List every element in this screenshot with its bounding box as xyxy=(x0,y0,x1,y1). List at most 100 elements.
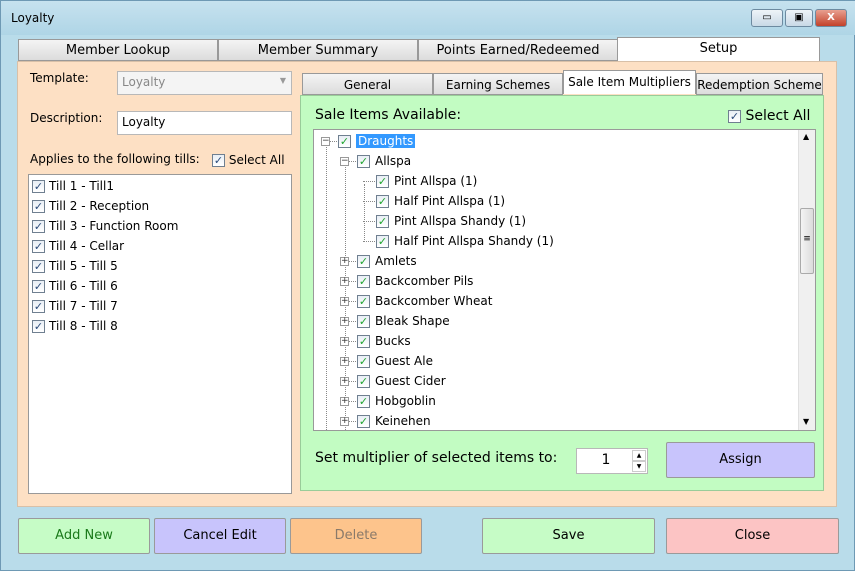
save-button[interactable]: Save xyxy=(482,518,655,554)
checkbox-checked-icon: ✓ xyxy=(728,109,741,123)
tree-connector xyxy=(363,181,375,182)
checkbox-checked-icon: ✓ xyxy=(32,240,45,253)
close-window-button[interactable]: X xyxy=(815,9,847,27)
expand-icon[interactable]: + xyxy=(340,317,349,326)
till-item[interactable]: ✓ Till 2 - Reception xyxy=(32,199,149,213)
tree-connector xyxy=(349,261,356,262)
expand-icon[interactable]: + xyxy=(340,297,349,306)
tree-node[interactable]: ✓ Backcomber Pils xyxy=(357,272,473,290)
assign-button[interactable]: Assign xyxy=(666,442,815,478)
tree-connector xyxy=(349,341,356,342)
tab-points-earned-redeemed[interactable]: Points Earned/Redeemed xyxy=(418,39,618,61)
tree-node-label: Backcomber Pils xyxy=(375,274,474,288)
tree-scrollbar[interactable]: ▲ ≡ ▼ xyxy=(798,130,815,430)
subtab-sale-item-multipliers[interactable]: Sale Item Multipliers xyxy=(563,70,696,94)
tree-node-label: Allspa xyxy=(375,154,412,168)
tree-connector xyxy=(330,141,337,142)
tree-node[interactable]: ✓ Draughts xyxy=(338,132,416,150)
subtab-general[interactable]: General xyxy=(302,73,433,95)
till-item[interactable]: ✓ Till 5 - Till 5 xyxy=(32,259,118,273)
tree-connector xyxy=(349,421,356,422)
tree-connector xyxy=(363,241,375,242)
till-label: Till 8 - Till 8 xyxy=(49,319,118,333)
tree-node[interactable]: ✓ Hobgoblin xyxy=(357,392,436,410)
tree-node[interactable]: ✓ Guest Cider xyxy=(357,372,446,390)
checkbox-checked-icon: ✓ xyxy=(32,180,45,193)
description-input[interactable]: Loyalty xyxy=(117,111,292,135)
tree-node-label: Half Pint Allspa Shandy (1) xyxy=(394,234,554,248)
tree-node[interactable]: ✓ Allspa xyxy=(357,152,411,170)
maximize-button[interactable]: ▣ xyxy=(785,9,813,27)
till-item[interactable]: ✓ Till 7 - Till 7 xyxy=(32,299,118,313)
cancel-edit-button[interactable]: Cancel Edit xyxy=(154,518,286,554)
tab-member-lookup[interactable]: Member Lookup xyxy=(18,39,218,61)
till-item[interactable]: ✓ Till 3 - Function Room xyxy=(32,219,178,233)
tree-node[interactable]: ✓ Half Pint Allspa Shandy (1) xyxy=(376,232,554,250)
subtab-earning-schemes[interactable]: Earning Schemes xyxy=(433,73,563,95)
checkbox-checked-icon: ✓ xyxy=(32,320,45,333)
maximize-icon: ▣ xyxy=(794,12,804,23)
multiplier-stepper[interactable]: 1 ▲ ▼ xyxy=(576,448,648,474)
collapse-icon[interactable]: − xyxy=(340,157,349,166)
till-item[interactable]: ✓ Till 1 - Till1 xyxy=(32,179,114,193)
tab-member-summary[interactable]: Member Summary xyxy=(218,39,418,61)
items-select-all-checkbox[interactable]: ✓ Select All xyxy=(728,108,810,124)
expand-icon[interactable]: + xyxy=(340,257,349,266)
add-new-button[interactable]: Add New xyxy=(18,518,150,554)
tills-select-all-checkbox[interactable]: ✓ Select All xyxy=(212,153,285,167)
tree-node[interactable]: ✓ Backcomber Wheat xyxy=(357,292,492,310)
sale-items-available-label: Sale Items Available: xyxy=(315,107,462,123)
checkbox-checked-icon: ✓ xyxy=(212,154,225,167)
subtab-redemption-scheme[interactable]: Redemption Scheme xyxy=(696,73,823,95)
checkbox-checked-icon: ✓ xyxy=(376,195,389,208)
tree-connector xyxy=(349,381,356,382)
template-label: Template: xyxy=(30,71,89,85)
till-label: Till 4 - Cellar xyxy=(49,239,125,253)
tills-list[interactable]: ✓ Till 1 - Till1 ✓ Till 2 - Reception ✓ Till … xyxy=(28,174,292,494)
tab-setup[interactable]: Setup xyxy=(617,37,820,61)
template-dropdown[interactable]: Loyalty ▼ xyxy=(117,71,292,95)
loyalty-window: Loyalty ▭ ▣ X Member Lookup Member Summa… xyxy=(0,0,855,571)
expand-icon[interactable]: + xyxy=(340,377,349,386)
scroll-thumb[interactable]: ≡ xyxy=(800,208,814,274)
tree-connector xyxy=(349,321,356,322)
scroll-up-icon: ▲ xyxy=(803,132,810,141)
checkbox-checked-icon: ✓ xyxy=(357,375,370,388)
tree-node-label: Pint Allspa Shandy (1) xyxy=(394,214,527,228)
delete-button[interactable]: Delete xyxy=(290,518,422,554)
expand-icon[interactable]: + xyxy=(340,397,349,406)
checkbox-checked-icon: ✓ xyxy=(357,315,370,328)
tree-node[interactable]: ✓ Amlets xyxy=(357,252,417,270)
tree-node[interactable]: ✓ Pint Allspa Shandy (1) xyxy=(376,212,526,230)
tree-node-label: Guest Ale xyxy=(375,354,433,368)
expand-icon[interactable]: + xyxy=(340,277,349,286)
close-button[interactable]: Close xyxy=(666,518,839,554)
till-item[interactable]: ✓ Till 6 - Till 6 xyxy=(32,279,118,293)
minimize-button[interactable]: ▭ xyxy=(751,9,783,27)
set-multiplier-label: Set multiplier of selected items to: xyxy=(315,450,558,466)
minimize-icon: ▭ xyxy=(762,12,772,23)
tree-node[interactable]: ✓ Guest Ale xyxy=(357,352,433,370)
tree-node[interactable]: ✓ Pint Allspa (1) xyxy=(376,172,477,190)
checkbox-checked-icon: ✓ xyxy=(32,200,45,213)
expand-icon[interactable]: + xyxy=(340,357,349,366)
tree-node[interactable]: ✓ Keinehen xyxy=(357,412,431,430)
till-item[interactable]: ✓ Till 8 - Till 8 xyxy=(32,319,118,333)
expand-icon[interactable]: + xyxy=(340,417,349,426)
tree-node[interactable]: ✓ Bleak Shape xyxy=(357,312,450,330)
expand-icon[interactable]: + xyxy=(340,337,349,346)
stepper-down-icon[interactable]: ▼ xyxy=(632,461,646,472)
till-item[interactable]: ✓ Till 4 - Cellar xyxy=(32,239,124,253)
collapse-icon[interactable]: − xyxy=(321,137,330,146)
tree-node[interactable]: ✓ Bucks xyxy=(357,332,411,350)
multiplier-value: 1 xyxy=(601,452,611,468)
tree-connector xyxy=(326,144,327,430)
checkbox-checked-icon: ✓ xyxy=(376,175,389,188)
tree-node-label: Pint Allspa (1) xyxy=(394,174,478,188)
sale-items-tree[interactable]: ▲ ≡ ▼ ✓ Draughts − ✓ Allspa − ✓ Pint Allspa (1)… xyxy=(313,129,816,431)
tree-node[interactable]: ✓ Half Pint Allspa (1) xyxy=(376,192,505,210)
tree-node-label: Bucks xyxy=(375,334,411,348)
tree-connector xyxy=(349,281,356,282)
stepper-up-icon[interactable]: ▲ xyxy=(632,450,646,461)
checkbox-checked-icon: ✓ xyxy=(357,335,370,348)
